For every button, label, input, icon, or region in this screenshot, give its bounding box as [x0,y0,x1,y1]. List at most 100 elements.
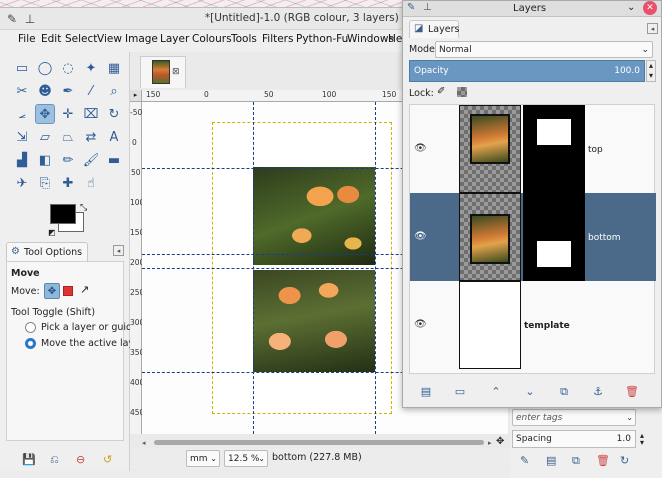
close-icon[interactable]: ✕ [643,1,657,15]
foreground-select-tool[interactable]: ☻ [35,81,55,101]
scissors-tool[interactable]: ✂ [12,81,32,101]
layer-row-template[interactable]: 👁 template [410,281,656,369]
free-select-tool[interactable]: ◌ [58,58,78,78]
vertical-guide[interactable] [253,102,254,434]
menu-image[interactable]: Image [125,33,158,45]
duplicate-layer-icon[interactable]: ⧉ [557,385,571,399]
raise-layer-icon[interactable]: ⌃ [489,385,503,399]
unit-select[interactable]: mm ⌄ [186,450,220,467]
move-tool[interactable]: ✥ [35,104,55,124]
zoom-select[interactable]: 12.5 % ⌄ [224,450,268,467]
move-selection-mode-icon[interactable] [63,286,73,296]
delete-options-icon[interactable]: ⊖ [76,453,85,466]
refresh-brushes-icon[interactable]: ↻ [620,454,629,467]
swap-colors-icon[interactable]: ⤡ [80,203,87,213]
mode-select[interactable]: Normal ⌄ [435,41,653,58]
eye-icon[interactable]: 👁 [414,319,427,330]
vertical-guide[interactable] [375,102,376,434]
tags-input[interactable]: enter tags ⌄ [512,409,636,426]
menu-filters[interactable]: Filters [262,33,293,45]
menu-colours[interactable]: Colours [192,33,232,45]
menu-view[interactable]: View [97,33,122,45]
layer-name[interactable]: template [524,321,570,331]
paintbrush-tool[interactable]: 🖌 [81,150,101,170]
menu-file[interactable]: File [18,33,36,45]
eye-icon[interactable]: 👁 [414,231,427,242]
tool-options-tab[interactable]: ⚙ Tool Options [6,242,88,262]
zoom-tool[interactable]: ⌕ [104,81,124,101]
layer-row-top[interactable]: 👁 top [410,105,656,193]
menu-windows[interactable]: Windows [347,33,394,45]
color-picker-tool[interactable]: ⁄ [81,81,101,101]
menu-edit[interactable]: Edit [41,33,61,45]
menu-help[interactable]: He [388,33,402,45]
eye-icon[interactable]: 👁 [414,143,427,154]
spacing-slider[interactable]: Spacing 1.0 [512,430,636,448]
scroll-thumb[interactable] [154,440,484,445]
pick-layer-label[interactable]: Pick a layer or guide [41,322,138,333]
scroll-left-icon[interactable]: ◂ [142,439,150,447]
opacity-slider[interactable]: Opacity 100.0 [409,60,645,82]
vertical-ruler[interactable]: -50 0 50 100 150 200 250 300 350 400 450 [130,102,144,434]
spinner-icon[interactable]: ▴ ▾ [640,432,650,447]
restore-options-icon[interactable]: ⎌ [50,453,59,467]
text-tool[interactable]: A [104,127,124,147]
layer-name[interactable]: top [588,145,603,155]
shear-tool[interactable]: ▱ [35,127,55,147]
duplicate-brush-icon[interactable]: ⧉ [572,454,580,468]
default-colors-icon[interactable]: ◩ [48,228,56,237]
clone-tool[interactable]: ⎘ [35,173,55,193]
heal-tool[interactable]: ✚ [58,173,78,193]
save-options-icon[interactable]: 💾 [22,453,36,466]
fuzzy-select-tool[interactable]: ✦ [81,58,101,78]
new-brush-icon[interactable]: ▤ [546,454,556,467]
opacity-spinner-icon[interactable]: ▴ ▾ [646,60,656,82]
align-tool[interactable]: ✛ [58,104,78,124]
airbrush-tool[interactable]: ✈ [12,173,32,193]
layers-titlebar[interactable]: ✎ ⊥ Layers ⌄ ✕ [403,1,661,17]
horizontal-scrollbar[interactable]: ◂ ▸ [142,436,496,447]
ruler-corner-icon[interactable]: ▸ [130,90,142,102]
menu-python-fu[interactable]: Python-Fu [296,33,348,45]
lower-layer-icon[interactable]: ⌄ [523,385,537,399]
move-active-layer-label[interactable]: Move the active layer [41,338,144,349]
panel-menu-icon[interactable]: ◂ [647,23,658,34]
lock-alpha-icon[interactable] [457,87,467,97]
foreground-color-swatch[interactable] [50,204,76,224]
measure-tool[interactable]: ⦟ [12,104,32,124]
flip-tool[interactable]: ⇄ [81,127,101,147]
panel-menu-icon[interactable]: ◂ [113,245,124,256]
layer-mask-thumbnail[interactable] [523,105,585,193]
paths-tool[interactable]: ✒ [58,81,78,101]
eraser-tool[interactable]: ▬ [104,150,124,170]
delete-layer-icon[interactable]: 🗑 [625,385,639,399]
bucket-fill-tool[interactable]: ▟ [12,150,32,170]
scroll-right-icon[interactable]: ▸ [488,439,492,447]
menu-tools[interactable]: Tools [231,33,257,45]
menu-select[interactable]: Select [65,33,97,45]
move-layer-mode-icon[interactable]: ✥ [44,283,60,299]
move-active-layer-radio[interactable] [25,338,36,349]
crop-tool[interactable]: ⌧ [81,104,101,124]
lock-pixels-icon[interactable]: ✐ [437,86,445,97]
reset-options-icon[interactable]: ↺ [103,453,112,466]
by-color-select-tool[interactable]: ▦ [104,58,124,78]
layers-tab[interactable]: ◪ Layers [409,20,459,38]
pencil-tool[interactable]: ✏ [58,150,78,170]
layer-name[interactable]: bottom [588,233,621,243]
rotate-tool[interactable]: ↻ [104,104,124,124]
smudge-tool[interactable]: ☝ [81,173,101,193]
close-tab-icon[interactable]: ⊠ [172,67,180,77]
menu-layer[interactable]: Layer [160,33,189,45]
ellipse-select-tool[interactable]: ◯ [35,58,55,78]
pin-icon[interactable]: ⊥ [22,11,38,27]
edit-brush-icon[interactable]: ✎ [520,454,529,467]
move-path-mode-icon[interactable]: ↗ [80,283,89,296]
perspective-tool[interactable]: ⏢ [58,127,78,147]
layer-mask-thumbnail[interactable] [523,193,585,281]
blend-tool[interactable]: ◧ [35,150,55,170]
pick-layer-radio[interactable] [25,322,36,333]
new-layer-icon[interactable]: ▤ [419,385,433,399]
new-layer-group-icon[interactable]: ▭ [453,385,467,399]
minimize-icon[interactable]: ⌄ [627,2,635,13]
